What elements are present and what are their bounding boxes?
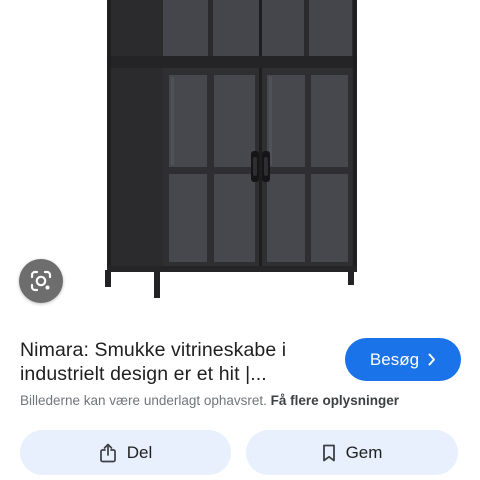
- cabinet-image: [105, 0, 357, 298]
- google-lens-icon: [30, 270, 52, 292]
- bookmark-icon: [322, 444, 335, 461]
- chevron-right-icon: [428, 353, 436, 366]
- share-label: Del: [126, 442, 153, 462]
- product-image[interactable]: [0, 0, 480, 322]
- visit-button-label: Besøg: [369, 349, 420, 369]
- result-title[interactable]: Nimara: Smukke vitrineskabe i industriel…: [20, 338, 330, 386]
- share-button[interactable]: Del: [20, 430, 231, 475]
- save-label: Gem: [345, 442, 383, 462]
- google-lens-button[interactable]: [19, 259, 63, 303]
- copyright-notice: Billederne kan være underlagt ophavsret.…: [20, 393, 399, 409]
- visit-button[interactable]: Besøg: [345, 338, 461, 381]
- share-icon: [99, 443, 116, 462]
- copyright-text: Billederne kan være underlagt ophavsret.: [20, 393, 267, 408]
- more-info-link[interactable]: Få flere oplysninger: [271, 393, 399, 408]
- save-button[interactable]: Gem: [246, 430, 458, 475]
